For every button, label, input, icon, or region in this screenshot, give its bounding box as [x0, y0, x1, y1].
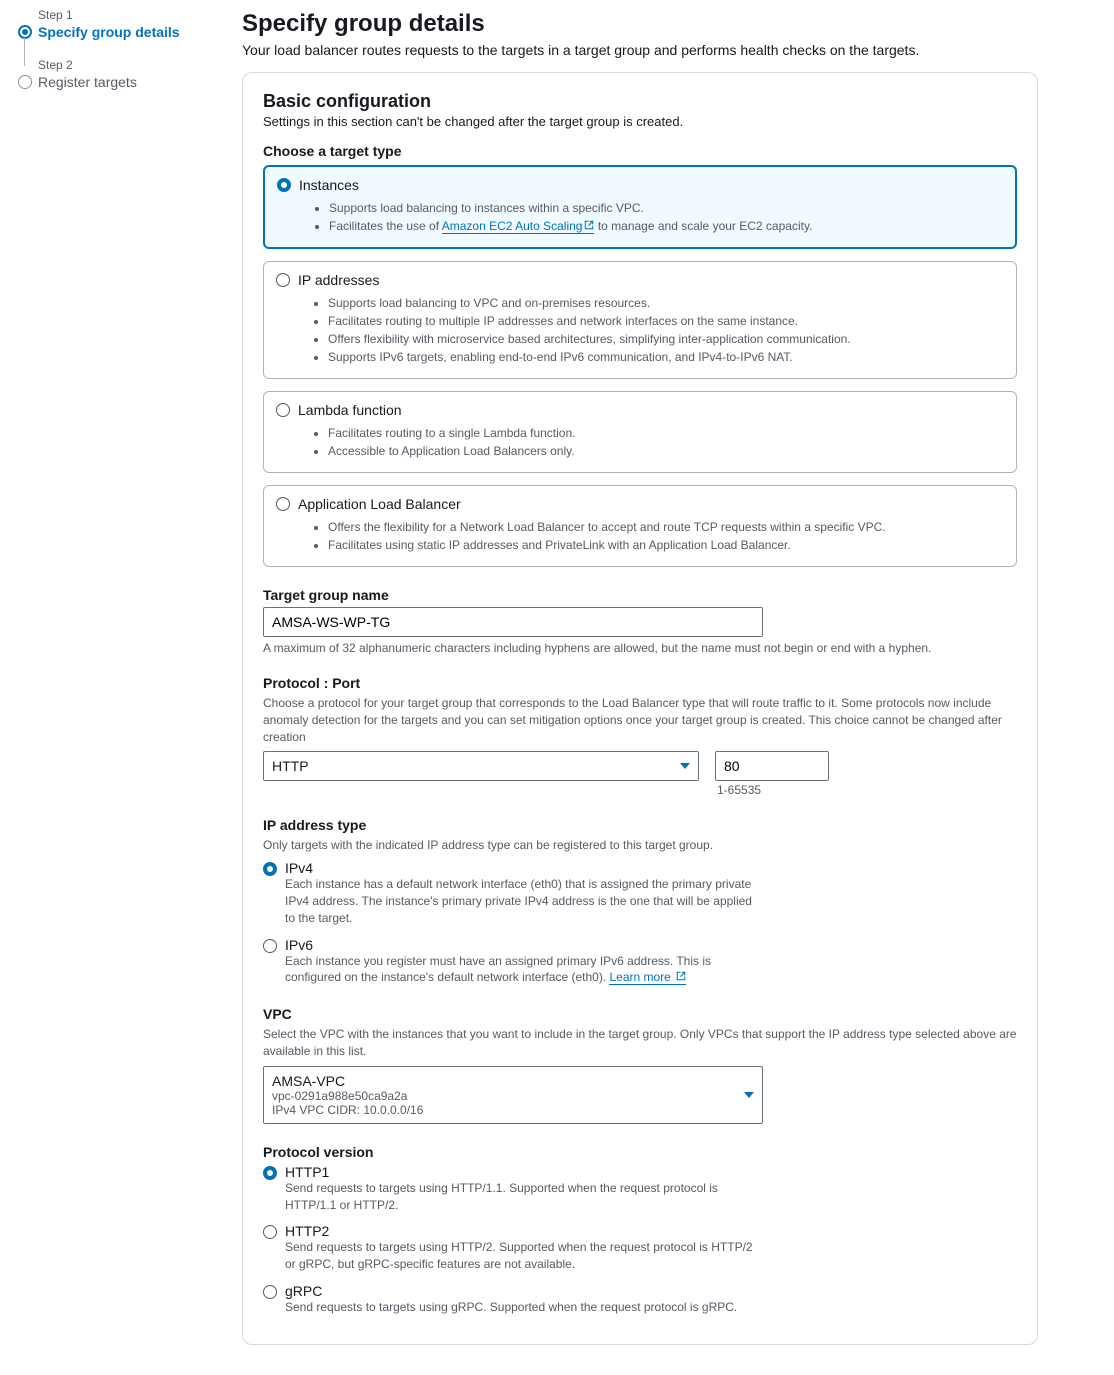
- vpc-help: Select the VPC with the instances that y…: [263, 1026, 1017, 1060]
- target-type-instances-title: Instances: [299, 177, 359, 193]
- ipv6-learn-more-link[interactable]: Learn more: [609, 970, 686, 985]
- step-2-number: Step 2: [38, 58, 230, 72]
- lambda-bullet-1: Facilitates routing to a single Lambda f…: [328, 424, 1004, 442]
- page-title: Specify group details: [242, 10, 1038, 38]
- ip-bullet-1: Supports load balancing to VPC and on-pr…: [328, 294, 1004, 312]
- wizard-steps-sidebar: Step 1 Specify group details Step 2 Regi…: [0, 0, 230, 1375]
- ip-type-ipv4-desc: Each instance has a default network inte…: [285, 876, 765, 926]
- ip-bullet-4: Supports IPv6 targets, enabling end-to-e…: [328, 348, 1004, 366]
- protocol-version-http1-title: HTTP1: [285, 1164, 1017, 1180]
- wizard-step-1[interactable]: Step 1 Specify group details: [18, 8, 230, 40]
- step-2-title: Register targets: [38, 74, 230, 90]
- auto-scaling-link[interactable]: Amazon EC2 Auto Scaling: [442, 219, 595, 234]
- external-link-icon: [676, 971, 686, 981]
- ip-type-ipv4-radio[interactable]: [263, 862, 277, 876]
- basic-config-note: Settings in this section can't be change…: [263, 114, 1017, 129]
- target-group-name-label: Target group name: [263, 587, 1017, 603]
- instances-bullet-1: Supports load balancing to instances wit…: [329, 199, 1003, 217]
- vpc-select-cidr: IPv4 VPC CIDR: 10.0.0.0/16: [272, 1103, 734, 1117]
- protocol-version-grpc-desc: Send requests to targets using gRPC. Sup…: [285, 1299, 765, 1316]
- protocol-version-http2-title: HTTP2: [285, 1223, 1017, 1239]
- port-range-help: 1-65535: [715, 783, 829, 797]
- protocol-version-label: Protocol version: [263, 1144, 1017, 1160]
- ip-address-type-label: IP address type: [263, 817, 1017, 833]
- protocol-version-http2-radio[interactable]: [263, 1225, 277, 1239]
- protocol-version-grpc-option[interactable]: gRPC Send requests to targets using gRPC…: [263, 1283, 1017, 1316]
- target-type-alb-tile[interactable]: Application Load Balancer Offers the fle…: [263, 485, 1017, 567]
- target-type-alb-radio[interactable]: [276, 497, 290, 511]
- basic-configuration-panel: Basic configuration Settings in this sec…: [242, 72, 1038, 1345]
- protocol-port-help: Choose a protocol for your target group …: [263, 695, 1017, 745]
- protocol-select-value: HTTP: [272, 758, 309, 774]
- lambda-bullet-2: Accessible to Application Load Balancers…: [328, 442, 1004, 460]
- main-content: Specify group details Your load balancer…: [230, 0, 1114, 1375]
- target-type-instances-tile[interactable]: Instances Supports load balancing to ins…: [263, 165, 1017, 249]
- ip-type-ipv6-desc: Each instance you register must have an …: [285, 953, 765, 987]
- protocol-select[interactable]: HTTP: [263, 751, 699, 781]
- target-type-alb-title: Application Load Balancer: [298, 496, 461, 512]
- target-group-name-input[interactable]: [263, 607, 763, 637]
- protocol-port-label: Protocol : Port: [263, 675, 1017, 691]
- step-1-number: Step 1: [38, 8, 230, 22]
- port-input[interactable]: [715, 751, 829, 781]
- caret-down-icon: [680, 763, 690, 769]
- protocol-version-http2-desc: Send requests to targets using HTTP/2. S…: [285, 1239, 765, 1273]
- choose-target-type-label: Choose a target type: [263, 143, 1017, 159]
- alb-bullet-2: Facilitates using static IP addresses an…: [328, 536, 1004, 554]
- ip-bullet-2: Facilitates routing to multiple IP addre…: [328, 312, 1004, 330]
- target-type-lambda-tile[interactable]: Lambda function Facilitates routing to a…: [263, 391, 1017, 473]
- instances-bullet-2: Facilitates the use of Amazon EC2 Auto S…: [329, 217, 1003, 235]
- target-type-instances-radio[interactable]: [277, 178, 291, 192]
- protocol-version-http1-option[interactable]: HTTP1 Send requests to targets using HTT…: [263, 1164, 1017, 1214]
- target-type-lambda-title: Lambda function: [298, 402, 402, 418]
- step-1-indicator-icon: [18, 25, 32, 39]
- ip-type-ipv6-radio[interactable]: [263, 939, 277, 953]
- step-1-title: Specify group details: [38, 24, 230, 40]
- vpc-select-id: vpc-0291a988e50ca9a2a: [272, 1089, 734, 1103]
- target-type-ip-tile[interactable]: IP addresses Supports load balancing to …: [263, 261, 1017, 379]
- protocol-version-http1-desc: Send requests to targets using HTTP/1.1.…: [285, 1180, 765, 1214]
- target-type-ip-radio[interactable]: [276, 273, 290, 287]
- ip-type-ipv4-title: IPv4: [285, 860, 1017, 876]
- protocol-version-http1-radio[interactable]: [263, 1166, 277, 1180]
- alb-bullet-1: Offers the flexibility for a Network Loa…: [328, 518, 1004, 536]
- ip-bullet-3: Offers flexibility with microservice bas…: [328, 330, 1004, 348]
- ip-address-type-help: Only targets with the indicated IP addre…: [263, 837, 1017, 854]
- protocol-version-http2-option[interactable]: HTTP2 Send requests to targets using HTT…: [263, 1223, 1017, 1273]
- protocol-version-grpc-title: gRPC: [285, 1283, 1017, 1299]
- target-type-lambda-radio[interactable]: [276, 403, 290, 417]
- target-type-ip-title: IP addresses: [298, 272, 379, 288]
- ip-type-ipv4-option[interactable]: IPv4 Each instance has a default network…: [263, 860, 1017, 926]
- basic-config-heading: Basic configuration: [263, 91, 1017, 112]
- vpc-label: VPC: [263, 1006, 1017, 1022]
- target-group-name-help: A maximum of 32 alphanumeric characters …: [263, 641, 1017, 655]
- wizard-step-2[interactable]: Step 2 Register targets: [18, 58, 230, 90]
- ip-type-ipv6-title: IPv6: [285, 937, 1017, 953]
- ip-type-ipv6-option[interactable]: IPv6 Each instance you register must hav…: [263, 937, 1017, 987]
- step-2-indicator-icon: [18, 75, 32, 89]
- protocol-version-grpc-radio[interactable]: [263, 1285, 277, 1299]
- external-link-icon: [584, 220, 594, 230]
- vpc-select-name: AMSA-VPC: [272, 1073, 734, 1089]
- page-subtitle: Your load balancer routes requests to th…: [242, 42, 1038, 58]
